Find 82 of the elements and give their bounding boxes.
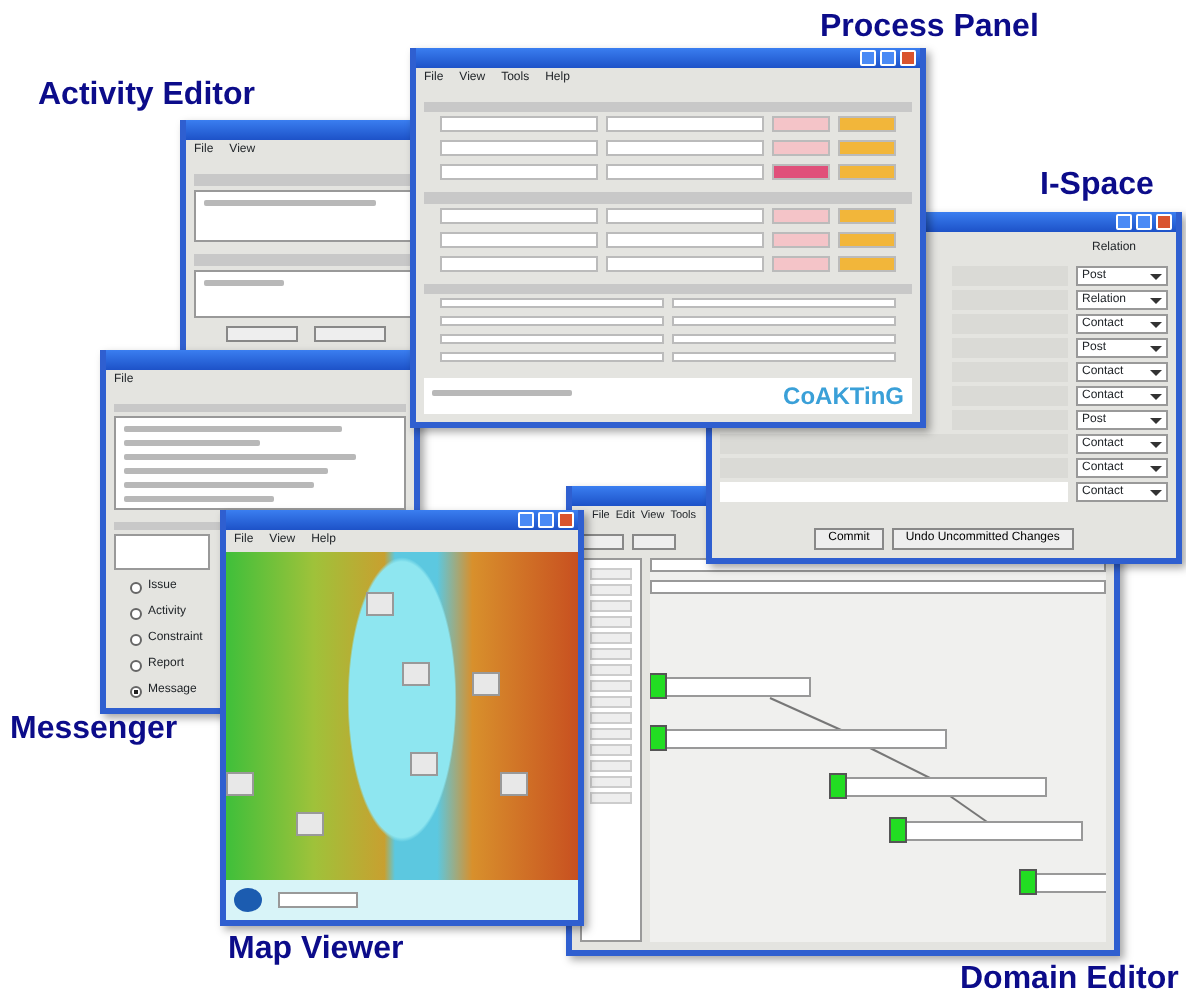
message-input[interactable] bbox=[114, 534, 210, 570]
tree-item[interactable] bbox=[590, 728, 632, 741]
action-cell bbox=[838, 116, 896, 133]
flow-node[interactable] bbox=[829, 773, 1047, 800]
priority-cell bbox=[772, 140, 831, 157]
action-cell bbox=[838, 140, 896, 157]
toolbar-button[interactable] bbox=[225, 326, 297, 342]
image-thumbnail bbox=[296, 812, 325, 836]
window-caption: Map Viewer bbox=[228, 934, 404, 966]
caret-icon bbox=[1150, 441, 1162, 447]
window-caption: Messenger bbox=[10, 714, 178, 746]
window-caption: Domain Editor bbox=[960, 964, 1179, 996]
tree-item[interactable] bbox=[590, 616, 632, 629]
priority-cell bbox=[772, 207, 831, 224]
radio-icon[interactable] bbox=[130, 607, 142, 619]
toolbar-button[interactable] bbox=[313, 326, 385, 342]
minimize-icon[interactable] bbox=[860, 50, 876, 66]
action-cell bbox=[838, 164, 896, 181]
tree-item[interactable] bbox=[590, 792, 632, 805]
image-thumbnail bbox=[226, 772, 254, 796]
caret-icon bbox=[1150, 369, 1162, 375]
maximize-icon[interactable] bbox=[1136, 214, 1152, 230]
tree-item[interactable] bbox=[590, 648, 632, 661]
flow-node[interactable] bbox=[1019, 869, 1106, 896]
image-thumbnail bbox=[366, 592, 395, 616]
window-caption: I-Space bbox=[1040, 170, 1154, 202]
action-cell bbox=[838, 231, 896, 248]
priority-cell bbox=[772, 164, 831, 181]
maximize-icon[interactable] bbox=[880, 50, 896, 66]
radio-icon[interactable] bbox=[130, 685, 142, 697]
minimize-icon[interactable] bbox=[518, 512, 534, 528]
text-line bbox=[432, 389, 572, 395]
action-cell bbox=[838, 207, 896, 224]
priority-cell bbox=[772, 116, 831, 133]
flow-node[interactable] bbox=[650, 673, 811, 700]
tree-item[interactable] bbox=[590, 600, 632, 613]
flow-node[interactable] bbox=[889, 817, 1083, 844]
caret-icon bbox=[1150, 297, 1162, 303]
text-area[interactable] bbox=[194, 270, 416, 318]
minimize-icon[interactable] bbox=[1116, 214, 1132, 230]
tree-item[interactable] bbox=[590, 712, 632, 725]
radio-icon[interactable] bbox=[130, 581, 142, 593]
text-line bbox=[204, 280, 285, 286]
close-icon[interactable] bbox=[900, 50, 916, 66]
flow-node[interactable] bbox=[650, 725, 947, 752]
tree-item[interactable] bbox=[590, 584, 632, 597]
priority-cell bbox=[772, 231, 831, 248]
image-thumbnail bbox=[472, 672, 501, 696]
caret-icon bbox=[1150, 417, 1162, 423]
maximize-icon[interactable] bbox=[538, 512, 554, 528]
tree-item[interactable] bbox=[590, 680, 632, 693]
action-cell bbox=[838, 255, 896, 272]
tree-item[interactable] bbox=[590, 632, 632, 645]
caret-icon bbox=[1150, 273, 1162, 279]
caret-icon bbox=[1150, 345, 1162, 351]
image-thumbnail bbox=[409, 752, 438, 776]
image-thumbnail bbox=[500, 772, 529, 796]
tree-item[interactable] bbox=[590, 744, 632, 757]
tree-item[interactable] bbox=[590, 568, 632, 581]
image-thumbnail bbox=[402, 662, 430, 686]
toolbar-button[interactable] bbox=[632, 534, 676, 551]
caret-icon bbox=[1150, 489, 1162, 495]
window-caption: Process Panel bbox=[820, 12, 1039, 44]
tree-item[interactable] bbox=[590, 776, 632, 789]
priority-cell bbox=[772, 255, 831, 272]
tree-item[interactable] bbox=[590, 664, 632, 677]
pattern-field[interactable] bbox=[650, 580, 1106, 595]
logo: CoAKTinG bbox=[783, 380, 904, 414]
close-icon[interactable] bbox=[1156, 214, 1172, 230]
tree-item[interactable] bbox=[590, 760, 632, 773]
text-line bbox=[124, 440, 260, 447]
close-icon[interactable] bbox=[558, 512, 574, 528]
caret-icon bbox=[1150, 321, 1162, 327]
window-caption: Activity Editor bbox=[38, 80, 255, 112]
toolbar-button[interactable] bbox=[580, 534, 624, 551]
coordinate-field[interactable] bbox=[278, 892, 358, 908]
radio-icon[interactable] bbox=[130, 659, 142, 671]
text-area[interactable] bbox=[194, 190, 416, 242]
caret-icon bbox=[1150, 393, 1162, 399]
radio-icon[interactable] bbox=[130, 633, 142, 645]
tree-item[interactable] bbox=[590, 696, 632, 709]
caret-icon bbox=[1150, 465, 1162, 471]
